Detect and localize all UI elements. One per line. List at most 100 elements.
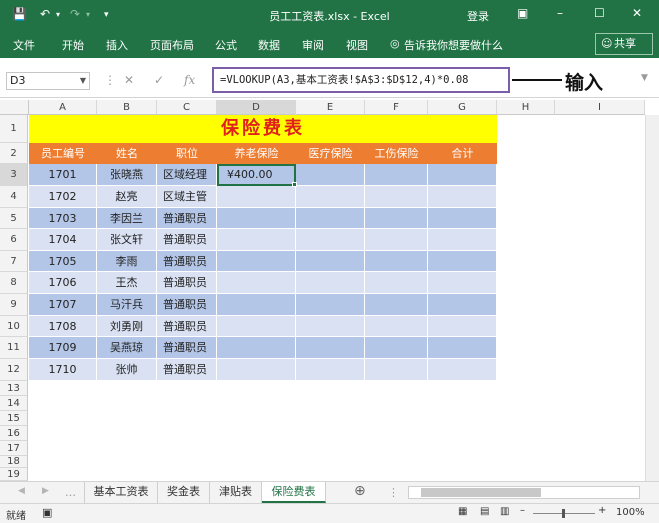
macro-record-icon[interactable]: ▣ <box>42 506 52 519</box>
row-header-14[interactable]: 14 <box>0 396 28 411</box>
ribbon-display-icon[interactable]: ▣ <box>517 6 528 20</box>
zoom-level[interactable]: 100% <box>616 507 645 518</box>
table-cell[interactable] <box>296 316 365 337</box>
table-cell[interactable] <box>217 208 296 229</box>
table-cell[interactable]: 张晓燕 <box>97 164 157 186</box>
column-header-h[interactable]: H <box>497 100 555 115</box>
fill-handle[interactable] <box>292 182 297 187</box>
table-cell[interactable] <box>365 294 428 316</box>
row-header-3[interactable]: 3 <box>0 164 28 186</box>
table-cell[interactable]: 1703 <box>29 208 97 229</box>
table-cell[interactable]: 1707 <box>29 294 97 316</box>
table-cell[interactable] <box>296 229 365 251</box>
table-cell[interactable] <box>296 208 365 229</box>
page-break-view-icon[interactable]: ▥ <box>500 506 509 517</box>
table-cell[interactable]: 区域经理 <box>157 164 217 186</box>
column-header-g[interactable]: G <box>428 100 497 115</box>
row-header-15[interactable]: 15 <box>0 411 28 426</box>
sheet-tab-allowance[interactable]: 津贴表 <box>210 482 262 503</box>
close-icon[interactable]: ✕ <box>632 6 642 20</box>
header-injury-insurance[interactable]: 工伤保险 <box>365 143 428 164</box>
tab-file[interactable]: 文件 <box>13 37 35 53</box>
table-cell[interactable] <box>365 164 428 186</box>
share-button[interactable]: ☺ 共享 <box>595 33 653 55</box>
column-header-a[interactable]: A <box>29 100 97 115</box>
scroll-tabs-right-icon[interactable]: ▶ <box>42 486 49 496</box>
table-cell[interactable]: 1704 <box>29 229 97 251</box>
row-header-16[interactable]: 16 <box>0 426 28 441</box>
table-cell[interactable] <box>217 229 296 251</box>
header-medical-insurance[interactable]: 医疗保险 <box>296 143 365 164</box>
table-cell[interactable] <box>428 186 497 208</box>
table-cell[interactable]: 马汗兵 <box>97 294 157 316</box>
table-cell[interactable]: 李雨 <box>97 251 157 272</box>
table-cell[interactable]: 刘勇刚 <box>97 316 157 337</box>
zoom-slider-thumb[interactable] <box>562 509 565 518</box>
sheet-tab-insurance[interactable]: 保险费表 <box>262 482 326 503</box>
more-sheets-icon[interactable]: … <box>65 486 76 499</box>
header-position[interactable]: 职位 <box>157 143 217 164</box>
table-cell[interactable]: 1709 <box>29 337 97 359</box>
normal-view-icon[interactable]: ▦ <box>458 506 467 517</box>
table-cell[interactable]: 张文轩 <box>97 229 157 251</box>
row-header-19[interactable]: 19 <box>0 468 28 481</box>
table-cell[interactable] <box>428 316 497 337</box>
table-cell[interactable] <box>296 251 365 272</box>
zoom-out-icon[interactable]: – <box>520 505 525 516</box>
row-header-7[interactable]: 7 <box>0 251 28 272</box>
tab-home[interactable]: 开始 <box>62 37 84 53</box>
table-cell[interactable] <box>217 337 296 359</box>
minimize-icon[interactable]: – <box>557 6 563 20</box>
table-cell[interactable] <box>365 359 428 381</box>
table-cell[interactable] <box>296 359 365 381</box>
table-cell[interactable] <box>296 164 365 186</box>
login-button[interactable]: 登录 <box>467 8 489 24</box>
table-cell[interactable] <box>365 251 428 272</box>
header-total[interactable]: 合计 <box>428 143 497 164</box>
table-cell[interactable] <box>365 337 428 359</box>
table-cell[interactable]: 普通职员 <box>157 294 217 316</box>
row-header-18[interactable]: 18 <box>0 456 28 468</box>
table-cell[interactable] <box>428 359 497 381</box>
row-header-2[interactable]: 2 <box>0 143 28 164</box>
zoom-in-icon[interactable]: + <box>598 505 606 516</box>
table-cell[interactable]: 普通职员 <box>157 272 217 294</box>
table-cell[interactable]: 李因兰 <box>97 208 157 229</box>
table-cell[interactable] <box>428 229 497 251</box>
horizontal-scroll-thumb[interactable] <box>421 488 541 497</box>
tab-split-icon[interactable]: ⋮ <box>388 486 399 499</box>
header-employee-id[interactable]: 员工编号 <box>29 143 97 164</box>
column-header-d[interactable]: D <box>217 100 296 115</box>
header-name[interactable]: 姓名 <box>97 143 157 164</box>
tab-data[interactable]: 数据 <box>258 37 280 53</box>
table-cell[interactable]: 1710 <box>29 359 97 381</box>
table-cell[interactable] <box>365 208 428 229</box>
table-cell[interactable] <box>296 337 365 359</box>
table-cell[interactable] <box>428 164 497 186</box>
tab-view[interactable]: 视图 <box>346 37 368 53</box>
name-box[interactable]: D3 ▼ <box>6 72 90 90</box>
table-cell[interactable]: 1702 <box>29 186 97 208</box>
row-header-4[interactable]: 4 <box>0 186 28 208</box>
table-cell[interactable]: 1708 <box>29 316 97 337</box>
tell-me-search[interactable]: 告诉我你想要做什么 <box>404 37 503 53</box>
table-cell[interactable] <box>296 294 365 316</box>
table-cell[interactable] <box>296 186 365 208</box>
table-cell[interactable]: 普通职员 <box>157 251 217 272</box>
sheet-tab-bonus[interactable]: 奖金表 <box>158 482 210 503</box>
row-header-17[interactable]: 17 <box>0 441 28 456</box>
table-cell[interactable]: 1705 <box>29 251 97 272</box>
select-all-corner[interactable] <box>0 100 29 115</box>
formula-input[interactable]: =VLOOKUP(A3,基本工资表!$A$3:$D$12,4)*0.08 <box>212 67 510 93</box>
table-cell[interactable] <box>217 294 296 316</box>
row-header-13[interactable]: 13 <box>0 381 28 396</box>
chevron-down-icon[interactable]: ▼ <box>80 73 86 89</box>
table-cell[interactable] <box>217 359 296 381</box>
tab-page-layout[interactable]: 页面布局 <box>150 37 194 53</box>
table-cell[interactable]: 普通职员 <box>157 359 217 381</box>
row-header-5[interactable]: 5 <box>0 208 28 229</box>
table-cell[interactable] <box>365 316 428 337</box>
tab-review[interactable]: 审阅 <box>302 37 324 53</box>
row-header-8[interactable]: 8 <box>0 272 28 294</box>
row-header-6[interactable]: 6 <box>0 229 28 251</box>
